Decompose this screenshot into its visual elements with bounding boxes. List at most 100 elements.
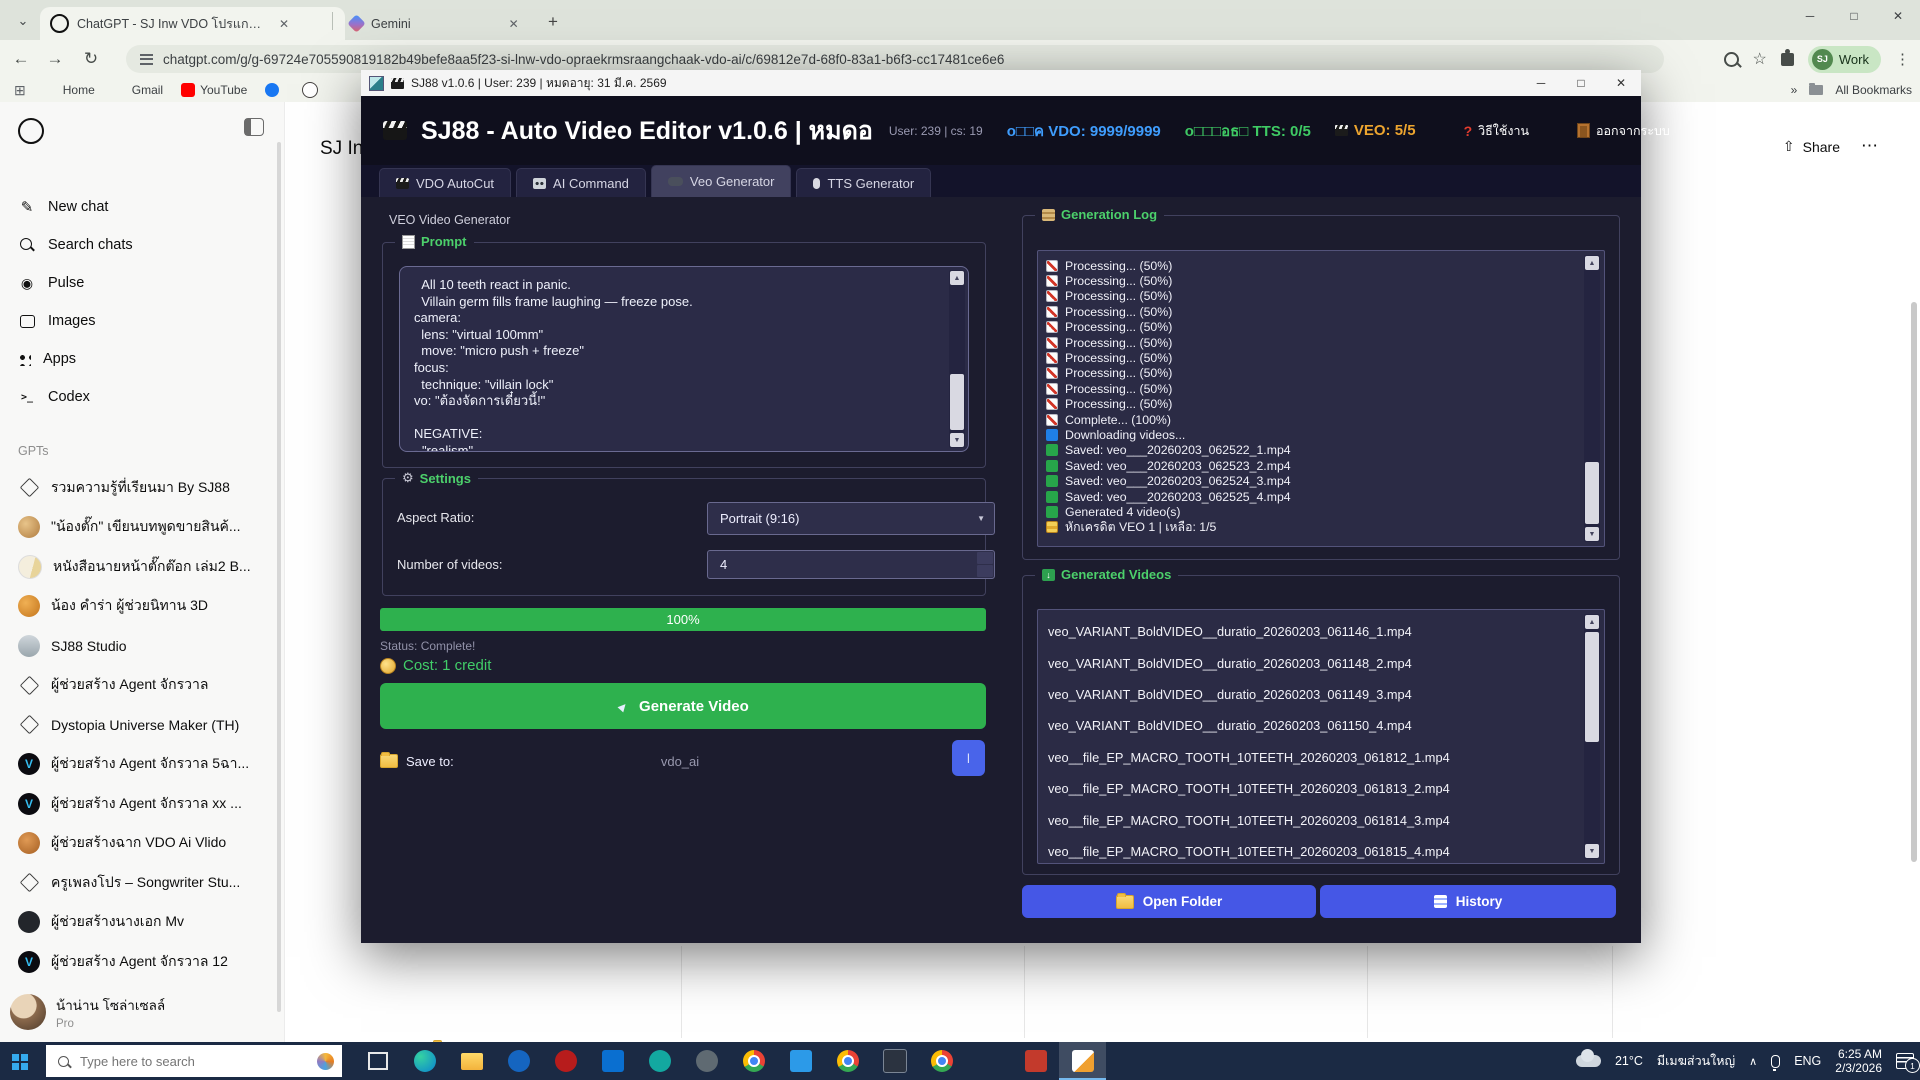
- taskbar-search[interactable]: [46, 1045, 342, 1077]
- bookmark-item[interactable]: [265, 83, 284, 97]
- share-button[interactable]: ⇧ Share: [1783, 138, 1840, 155]
- app-tab[interactable]: VDO AutoCut: [379, 168, 511, 197]
- gpt-list-item[interactable]: ผู้ช่วยสร้าง Agent จักรวาล: [8, 666, 274, 706]
- videos-scrollbar[interactable]: ▲ ▼: [1584, 614, 1600, 859]
- logout-link[interactable]: ออกจากระบบ: [1577, 121, 1670, 141]
- bookmark-item[interactable]: [302, 82, 323, 98]
- chatgpt-logo-icon[interactable]: [18, 118, 44, 144]
- gpt-list-item[interactable]: หนังสือนายหน้าตั๊กต๊อก เล่ม2 B...: [8, 547, 274, 587]
- sidebar-nav-item[interactable]: Codex: [8, 378, 274, 416]
- address-bar[interactable]: chatgpt.com/g/g-69724e705590819182b49bef…: [126, 45, 1664, 73]
- microphone-icon[interactable]: [1771, 1055, 1780, 1068]
- bookmarks-overflow-icon[interactable]: »: [1791, 83, 1798, 97]
- taskbar-icon[interactable]: [871, 1042, 918, 1080]
- browser-minimize-button[interactable]: ─: [1788, 0, 1832, 32]
- browser-tab-gemini[interactable]: Gemini ✕: [340, 7, 550, 40]
- sidebar-nav-item[interactable]: Search chats: [8, 226, 274, 264]
- browser-tab-chatgpt[interactable]: ChatGPT - SJ Inw VDO โปรแกรมส ✕: [40, 7, 345, 40]
- video-list-item[interactable]: veo_VARIANT_BoldVIDEO__duratio_20260203_…: [1048, 647, 1580, 678]
- clock[interactable]: 6:25 AM 2/3/2026: [1835, 1047, 1882, 1075]
- back-icon[interactable]: ←: [10, 48, 32, 70]
- sidebar-nav-item[interactable]: Apps: [8, 340, 274, 378]
- app-tab[interactable]: TTS Generator: [796, 168, 931, 197]
- search-input[interactable]: [78, 1053, 308, 1070]
- video-list-item[interactable]: veo__file_EP_MACRO_TOOTH_10TEETH_2026020…: [1048, 773, 1580, 804]
- help-link[interactable]: ? วิธีใช้งาน: [1464, 121, 1529, 141]
- history-button[interactable]: History: [1320, 885, 1616, 918]
- scroll-down-icon[interactable]: ▼: [950, 433, 964, 447]
- bookmark-item[interactable]: Gmail: [113, 83, 163, 97]
- apps-grid-icon[interactable]: ⊞: [14, 82, 26, 99]
- video-list-item[interactable]: veo__file_EP_MACRO_TOOTH_10TEETH_2026020…: [1048, 836, 1580, 864]
- sidebar-scrollbar[interactable]: [277, 142, 281, 1012]
- video-list-item[interactable]: veo_VARIANT_BoldVIDEO__duratio_20260203_…: [1048, 616, 1580, 647]
- new-tab-button[interactable]: +: [540, 9, 566, 35]
- browser-maximize-button[interactable]: □: [1832, 0, 1876, 32]
- generate-video-button[interactable]: ▲ Generate Video: [380, 683, 986, 729]
- log-scrollbar[interactable]: ▲ ▼: [1584, 255, 1600, 542]
- app-titlebar[interactable]: SJ88 v1.0.6 | User: 239 | หมดอายุ: 31 มี…: [361, 70, 1641, 96]
- browser-close-button[interactable]: ✕: [1876, 0, 1920, 32]
- weather-temp[interactable]: 21°C: [1615, 1054, 1643, 1068]
- number-stepper[interactable]: [977, 552, 993, 577]
- taskbar-icon[interactable]: [1012, 1042, 1059, 1080]
- taskbar-icon[interactable]: [636, 1042, 683, 1080]
- app-tab[interactable]: Veo Generator: [651, 165, 792, 197]
- forward-icon[interactable]: →: [44, 48, 66, 70]
- taskbar-icon[interactable]: [495, 1042, 542, 1080]
- gpt-list-item[interactable]: น้อง คำร่า ผู้ช่วยนิทาน 3D: [8, 587, 274, 627]
- gpt-list-item[interactable]: ผู้ช่วยสร้างนางเอก Mv: [8, 903, 274, 943]
- gpt-list-item[interactable]: ผู้ช่วยสร้าง Agent จักรวาล 5ฉา...: [8, 745, 274, 785]
- gpt-list-item[interactable]: "น้องตั๊ก" เขียนบทพูดขายสินค้...: [8, 508, 274, 548]
- notification-icon[interactable]: 1: [1896, 1053, 1914, 1069]
- prompt-scrollbar[interactable]: ▲ ▼: [949, 270, 965, 448]
- scroll-up-icon[interactable]: ▲: [950, 271, 964, 285]
- taskbar-icon[interactable]: [918, 1042, 965, 1080]
- app-close-button[interactable]: ✕: [1601, 70, 1641, 96]
- start-button[interactable]: [0, 1042, 46, 1080]
- reload-icon[interactable]: ↻: [80, 48, 102, 70]
- video-list-item[interactable]: veo_VARIANT_BoldVIDEO__duratio_20260203_…: [1048, 679, 1580, 710]
- taskbar-icon[interactable]: [965, 1042, 1012, 1080]
- app-minimize-button[interactable]: ─: [1521, 70, 1561, 96]
- scroll-down-icon[interactable]: ▼: [1585, 844, 1599, 858]
- app-maximize-button[interactable]: □: [1561, 70, 1601, 96]
- aspect-ratio-select[interactable]: Portrait (9:16) ▼: [707, 502, 995, 535]
- scroll-up-icon[interactable]: ▲: [1585, 256, 1599, 270]
- gpt-list-item[interactable]: รวมความรู้ที่เรียนมา By SJ88: [8, 468, 274, 508]
- zoom-icon[interactable]: [1724, 52, 1739, 67]
- prompt-textarea[interactable]: All 10 teeth react in panic. Villain ger…: [399, 266, 969, 452]
- taskbar-icon[interactable]: [1059, 1042, 1106, 1080]
- app-tab[interactable]: AI Command: [516, 168, 646, 197]
- open-folder-button[interactable]: Open Folder: [1022, 885, 1316, 918]
- profile-chip[interactable]: SJ Work: [1808, 46, 1881, 73]
- tray-chevron-icon[interactable]: ∧: [1749, 1055, 1757, 1068]
- site-settings-icon[interactable]: [140, 54, 153, 65]
- all-bookmarks-label[interactable]: All Bookmarks: [1835, 83, 1912, 97]
- sidebar-nav-item[interactable]: New chat: [8, 188, 274, 226]
- gpt-list-item[interactable]: ผู้ช่วยสร้างฉาก VDO Ai Vlido: [8, 824, 274, 864]
- browse-folder-button[interactable]: l: [952, 740, 985, 776]
- taskbar-icon[interactable]: [354, 1042, 401, 1080]
- scrollbar-thumb[interactable]: [950, 374, 964, 430]
- taskbar-icon[interactable]: [730, 1042, 777, 1080]
- scrollbar-thumb[interactable]: [1585, 462, 1599, 524]
- generated-videos-list[interactable]: veo_VARIANT_BoldVIDEO__duratio_20260203_…: [1037, 609, 1605, 864]
- conversation-menu-icon[interactable]: ⋯: [1861, 136, 1878, 156]
- close-tab-icon[interactable]: ✕: [509, 17, 519, 31]
- taskbar-icon[interactable]: [542, 1042, 589, 1080]
- scroll-up-icon[interactable]: ▲: [1585, 615, 1599, 629]
- sidebar-nav-item[interactable]: Pulse: [8, 264, 274, 302]
- bookmark-star-icon[interactable]: ☆: [1753, 49, 1767, 69]
- page-scrollbar[interactable]: [1911, 302, 1917, 862]
- bookmark-item[interactable]: YouTube: [181, 83, 247, 97]
- taskbar-icon[interactable]: [683, 1042, 730, 1080]
- tab-search-icon[interactable]: ⌄: [10, 8, 36, 34]
- bookmark-item[interactable]: Home: [44, 83, 95, 97]
- close-tab-icon[interactable]: ✕: [279, 17, 289, 31]
- gpt-list-item[interactable]: ผู้ช่วยสร้าง Agent จักรวาล xx ...: [8, 784, 274, 824]
- scrollbar-thumb[interactable]: [1585, 632, 1599, 742]
- gpt-list-item[interactable]: ครูเพลงโปร – Songwriter Stu...: [8, 863, 274, 903]
- taskbar-icon[interactable]: [448, 1042, 495, 1080]
- language-indicator[interactable]: ENG: [1794, 1054, 1821, 1068]
